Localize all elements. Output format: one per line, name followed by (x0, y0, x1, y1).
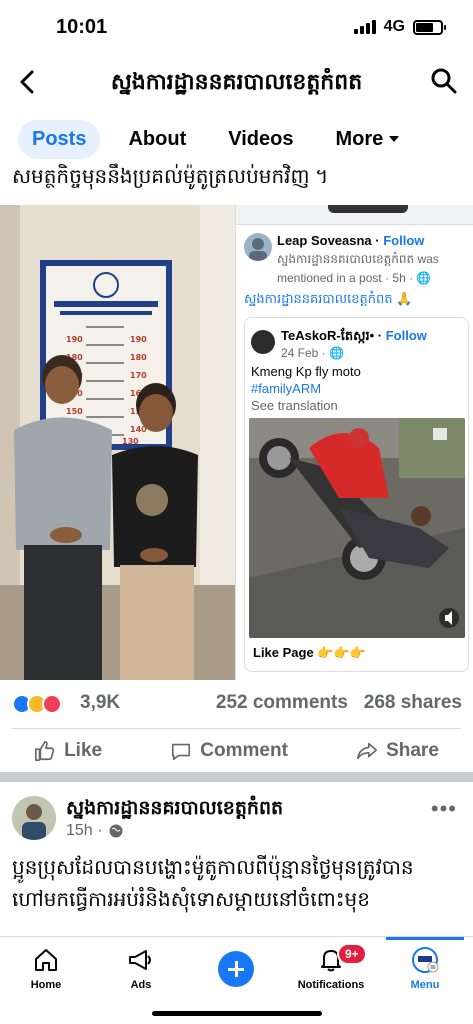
like-button[interactable]: Like (34, 740, 102, 762)
page-avatar-icon (412, 947, 439, 973)
follow-button[interactable]: Follow (383, 233, 424, 248)
comments-shares: 252 comments 268 shares (216, 692, 462, 714)
inner-post-card[interactable]: TeAskoR-តែស្ករ• · Follow 24 Feb · 🌐 Kmen… (244, 317, 469, 672)
height-label: 170 (130, 371, 147, 380)
network-label: 4G (383, 18, 405, 35)
comments-count[interactable]: 252 comments (216, 692, 348, 713)
post-author[interactable]: ស្នងការដ្ឋាននគរបាលខេត្តកំពត (66, 796, 283, 824)
page-title: ស្នងការដ្ឋាននគរបាលខេត្តកំពត (110, 69, 363, 94)
comment-button[interactable]: Comment (170, 740, 288, 762)
status-time: 10:01 (56, 16, 108, 38)
hashtag-link[interactable]: #familyARM (251, 380, 361, 397)
inner-author: TeAskoR-តែស្ករ• · Follow (281, 328, 427, 343)
shared-author-name[interactable]: Leap Soveasna (277, 233, 372, 248)
nav-ads-label: Ads (130, 979, 152, 991)
share-button[interactable]: Share (356, 740, 439, 762)
thumbs-up-icon (35, 741, 55, 761)
comment-label: Comment (200, 740, 288, 761)
post-text: ប្អូនប្រុសដែលបានបង្ហោះម៉ូតូកាលពីប៉ុន្មាន… (12, 857, 414, 911)
nav-menu-label: Menu (410, 979, 440, 991)
shared-top-bar (236, 205, 473, 225)
battery-icon (413, 19, 446, 35)
post-actions: Like Comment Share (0, 734, 473, 768)
tab-about[interactable]: About (114, 120, 200, 159)
shared-mention: ស្នងការដ្ឋាននគរបាលខេត្តកំពត was mentione… (277, 252, 439, 285)
tab-more-label: More (335, 127, 384, 150)
divider (12, 728, 461, 729)
tab-more[interactable]: More (321, 120, 413, 159)
notifications-badge: 9+ (337, 943, 367, 965)
avatar[interactable] (12, 796, 56, 840)
love-reaction-icon (42, 694, 62, 714)
nav-notifications[interactable]: Notifications 9+ (291, 943, 371, 991)
like-page-button[interactable]: Like Page 👉👉👉 (253, 645, 366, 661)
nav-home-label: Home (30, 979, 62, 991)
reactions-row: 3,9K 252 comments 268 shares (12, 690, 462, 718)
megaphone-icon (129, 950, 151, 970)
more-options-icon[interactable]: ••• (431, 796, 457, 822)
shared-caption[interactable]: ស្នងការដ្ឋាននគរបាលខេត្តកំពត 🙏 (244, 291, 412, 310)
search-icon[interactable] (429, 66, 459, 96)
like-label: Like (64, 740, 103, 761)
inner-caption: Kmeng Kp fly moto (251, 364, 361, 379)
see-translation-link[interactable]: See translation (251, 397, 361, 414)
signal-icon (353, 20, 376, 34)
shares-count[interactable]: 268 shares (364, 692, 462, 713)
avatar[interactable] (244, 233, 272, 261)
back-icon[interactable] (14, 64, 44, 100)
share-label: Share (386, 740, 439, 761)
reaction-count[interactable]: 3,9K (80, 692, 120, 714)
chevron-down-icon (389, 136, 400, 142)
shared-author: Leap Soveasna · Follow (277, 233, 425, 248)
status-right: 4G (353, 18, 446, 36)
comment-icon (172, 743, 191, 761)
post-photo[interactable]: 190 190 180 180 170 170 160 160 150 150 … (0, 205, 235, 680)
post-time: 15h · (66, 822, 103, 839)
tab-videos[interactable]: Videos (214, 120, 307, 159)
post-meta: 15h · (66, 822, 124, 840)
bottom-nav: Home Ads Notifications 9+ Menu (0, 936, 473, 1024)
nav-ads[interactable]: Ads (101, 945, 181, 991)
globe-icon (109, 824, 123, 838)
inner-author-name[interactable]: TeAskoR-តែស្ករ• (281, 328, 374, 343)
height-label: 150 (66, 407, 83, 416)
tab-posts[interactable]: Posts (18, 119, 101, 159)
share-icon (357, 742, 378, 760)
inner-date: 24 Feb · 🌐 (281, 346, 344, 360)
height-label: 130 (122, 437, 139, 446)
post-text-partial-content: សមត្ថកិច្ចមុននឹងប្រគល់ម៉ូតូត្រលប់មកវិញ ។ (12, 166, 329, 188)
post-separator (0, 772, 473, 782)
post-text-partial: សមត្ថកិច្ចមុននឹងប្រគល់ម៉ូតូត្រលប់មកវិញ ។ (12, 156, 472, 190)
shared-post[interactable]: Leap Soveasna · Follow ស្នងការដ្ឋាននគរបា… (235, 205, 473, 680)
nav-notifications-label: Notifications (297, 979, 365, 991)
height-label: 180 (130, 353, 147, 362)
nav-home[interactable]: Home (6, 945, 86, 991)
create-post-button[interactable] (218, 951, 254, 987)
home-icon (35, 949, 57, 971)
video-player[interactable] (249, 418, 465, 638)
inner-text: Kmeng Kp fly moto #familyARM See transla… (251, 363, 361, 414)
nav-menu[interactable]: Menu (385, 945, 465, 991)
avatar[interactable] (251, 330, 275, 354)
reaction-icons[interactable] (12, 694, 62, 714)
home-indicator (152, 1011, 322, 1016)
height-label: 190 (66, 335, 83, 344)
height-label: 190 (130, 335, 147, 344)
status-bar: 10:01 4G (0, 0, 473, 56)
active-indicator (386, 937, 464, 940)
follow-button[interactable]: Follow (386, 328, 427, 343)
nav-bar: ស្នងការដ្ឋាននគរបាលខេត្តកំពត (0, 56, 473, 108)
